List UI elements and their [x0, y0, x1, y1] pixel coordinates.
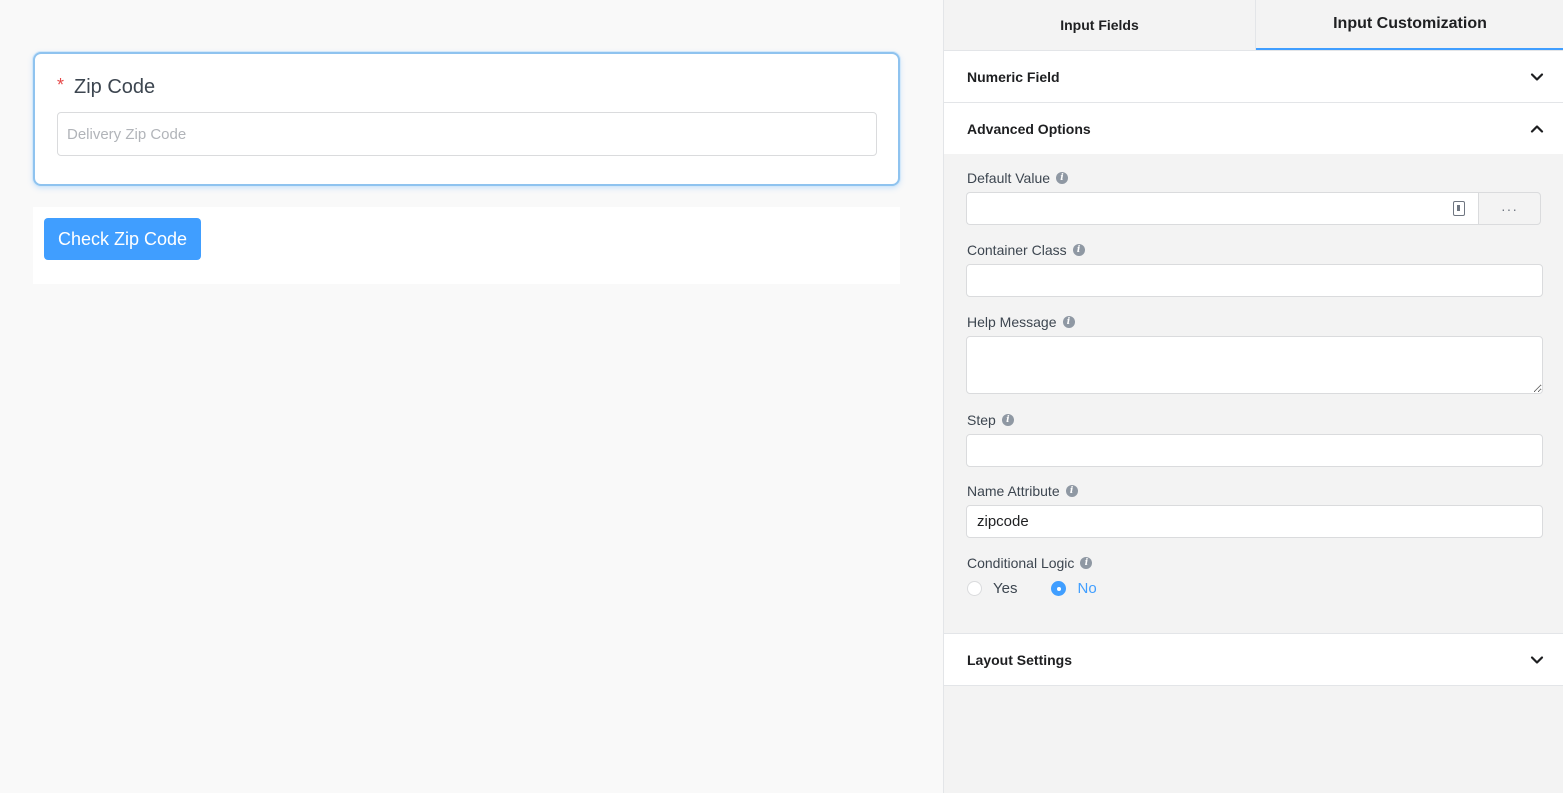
info-icon[interactable]: i: [1072, 244, 1085, 256]
section-layout-settings[interactable]: Layout Settings: [944, 634, 1563, 686]
tab-input-customization[interactable]: Input Customization: [1256, 0, 1563, 50]
default-value-label-text: Default Value: [967, 170, 1051, 186]
section-numeric-field[interactable]: Numeric Field: [944, 51, 1563, 103]
default-value-control: ···: [966, 192, 1541, 225]
name-attribute-label-text: Name Attribute: [967, 483, 1060, 499]
form-editor-canvas: * Zip Code Check Zip Code: [0, 0, 943, 793]
conditional-logic-label-text: Conditional Logic: [967, 555, 1075, 571]
default-value-input[interactable]: [966, 192, 1478, 225]
zip-code-field-card[interactable]: * Zip Code: [33, 52, 900, 186]
conditional-logic-label: Conditional Logic i: [967, 555, 1093, 571]
conditional-logic-radio-group: Yes No: [967, 580, 1097, 597]
advanced-options-body: Default Value i ··· Container Class i He…: [944, 154, 1563, 634]
step-input[interactable]: [966, 434, 1543, 467]
chevron-up-icon: [1530, 125, 1544, 133]
name-attribute-input[interactable]: [966, 505, 1543, 538]
radio-unchecked-icon[interactable]: [967, 581, 982, 596]
radio-checked-icon[interactable]: [1051, 581, 1067, 596]
step-label-text: Step: [967, 412, 996, 428]
submit-button-container: Check Zip Code: [33, 207, 900, 284]
name-attribute-label: Name Attribute i: [967, 483, 1078, 499]
section-advanced-options[interactable]: Advanced Options: [944, 103, 1563, 155]
section-advanced-options-title: Advanced Options: [967, 121, 1091, 137]
zip-code-input[interactable]: [57, 112, 877, 156]
container-class-label-text: Container Class: [967, 242, 1067, 258]
chevron-down-icon: [1530, 73, 1544, 81]
help-message-label: Help Message i: [967, 314, 1075, 330]
settings-sidebar: Input Fields Input Customization Numeric…: [943, 0, 1563, 793]
conditional-logic-no-radio[interactable]: No: [1051, 580, 1097, 597]
info-icon[interactable]: i: [1001, 414, 1014, 426]
contact-card-icon[interactable]: [1453, 201, 1465, 216]
conditional-logic-yes-label: Yes: [993, 580, 1018, 597]
container-class-label: Container Class i: [967, 242, 1085, 258]
required-asterisk: *: [57, 75, 65, 95]
info-icon[interactable]: i: [1065, 485, 1078, 497]
help-message-label-text: Help Message: [967, 314, 1057, 330]
container-class-input[interactable]: [966, 264, 1543, 297]
section-numeric-field-title: Numeric Field: [967, 68, 1060, 85]
sidebar-tabs: Input Fields Input Customization: [944, 0, 1563, 51]
info-icon[interactable]: i: [1080, 557, 1093, 569]
check-zip-code-button[interactable]: Check Zip Code: [44, 218, 201, 260]
smart-codes-more-button[interactable]: ···: [1478, 192, 1541, 225]
chevron-down-icon: [1530, 656, 1544, 664]
step-label: Step i: [967, 412, 1014, 428]
info-icon[interactable]: i: [1056, 172, 1069, 184]
section-layout-settings-title: Layout Settings: [967, 651, 1073, 668]
tab-input-fields[interactable]: Input Fields: [944, 0, 1256, 50]
info-icon[interactable]: i: [1062, 316, 1075, 328]
help-message-textarea[interactable]: [966, 336, 1543, 394]
default-value-label: Default Value i: [967, 170, 1069, 186]
zip-code-label-text: Zip Code: [74, 76, 156, 98]
conditional-logic-no-label: No: [1077, 580, 1097, 597]
conditional-logic-yes-radio[interactable]: Yes: [967, 580, 1017, 597]
zip-code-label: * Zip Code: [57, 75, 156, 99]
